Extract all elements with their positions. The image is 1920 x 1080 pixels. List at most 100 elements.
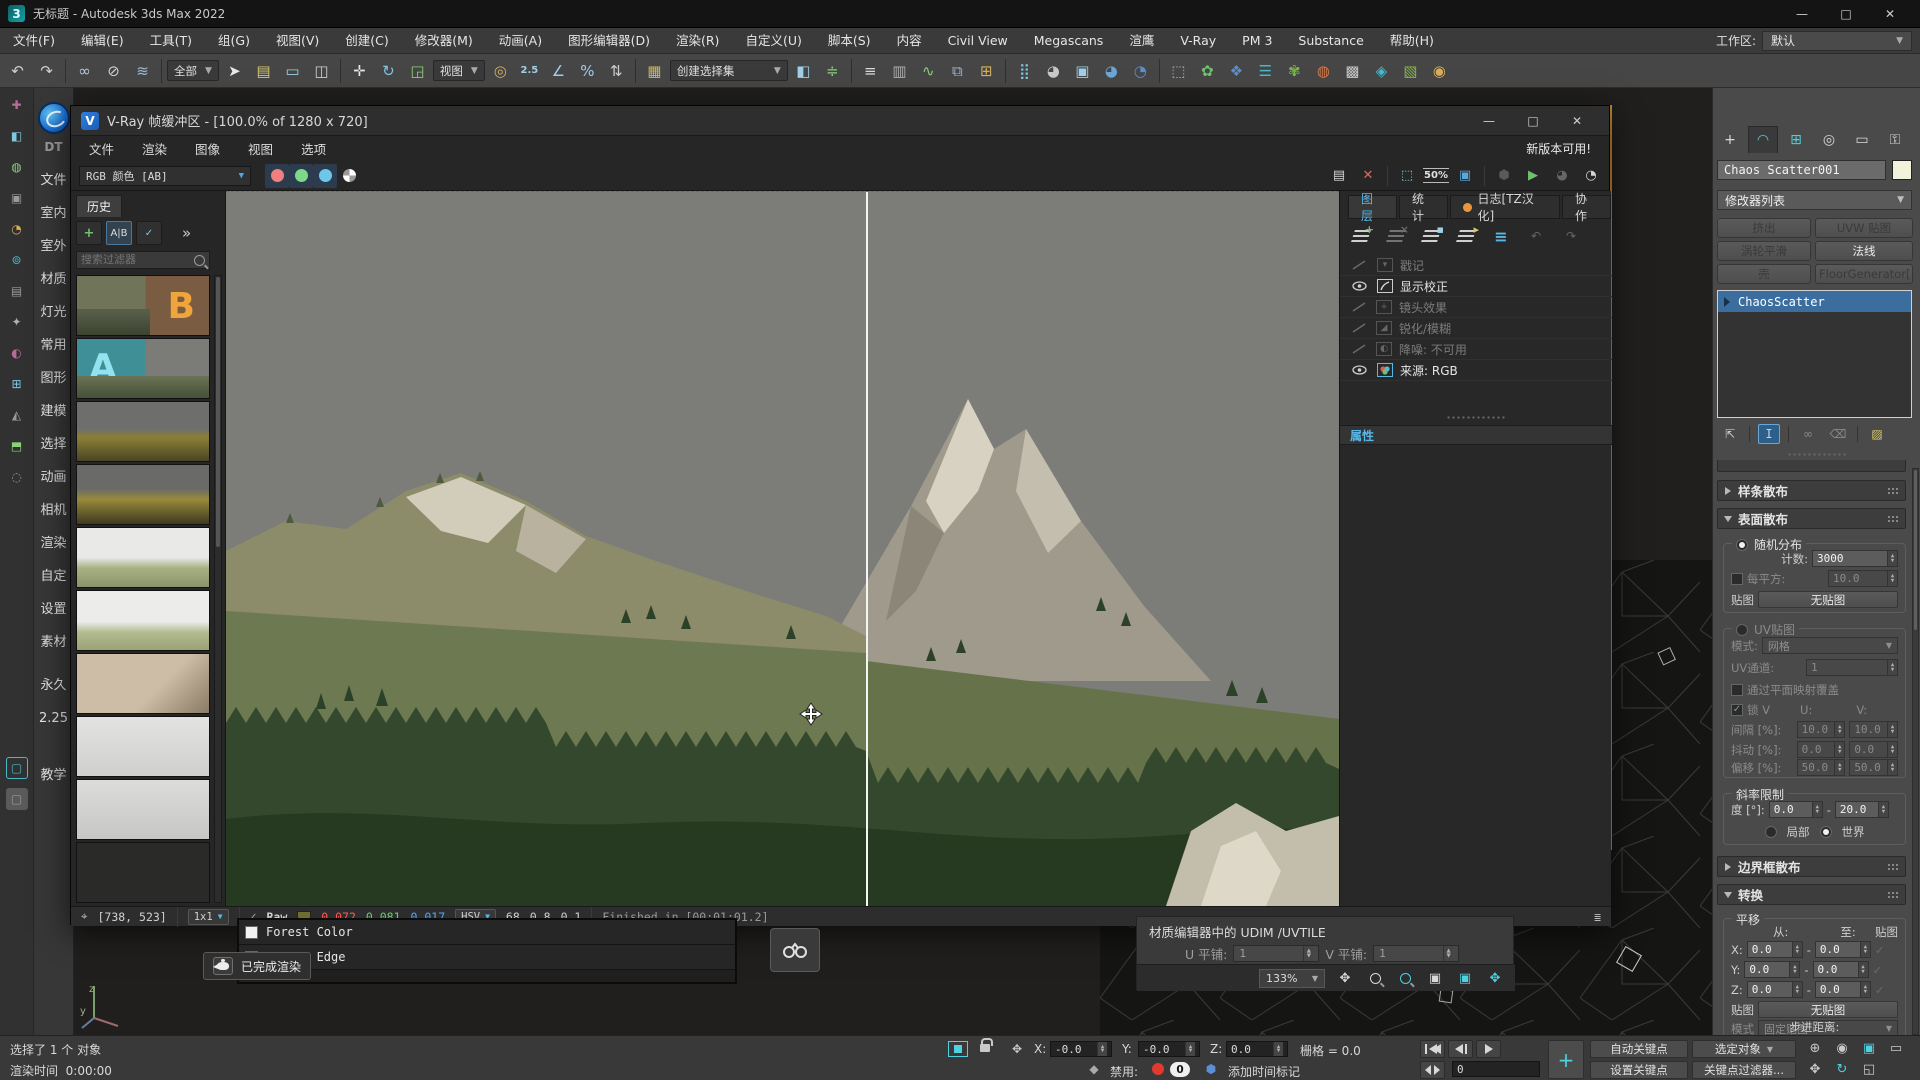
left-tool-icon[interactable]	[6, 187, 28, 209]
object-select-render-icon[interactable]	[1494, 166, 1514, 186]
render-camera-icon[interactable]	[1552, 166, 1572, 186]
layer-row-sharpen-blur[interactable]: 锐化/模糊	[1340, 318, 1612, 339]
save-layers-icon[interactable]: ▪	[1418, 225, 1444, 247]
shield-icon[interactable]	[1085, 1061, 1103, 1077]
layer-row-source-rgb[interactable]: 来源: RGB	[1340, 360, 1612, 381]
sidebar-item-modeling[interactable]: 建模	[40, 395, 66, 428]
checkbox-icon[interactable]	[245, 926, 258, 939]
named-selection-sets-dropdown[interactable]: 创建选择集	[670, 60, 788, 81]
modifier-list-dropdown[interactable]: 修改器列表	[1717, 190, 1912, 210]
tab-stats[interactable]: 统计	[1399, 195, 1448, 219]
sidebar-item-version[interactable]: 2.25	[39, 702, 68, 735]
pm3-toolbar-icon[interactable]	[1426, 57, 1453, 84]
eye-icon[interactable]	[1352, 365, 1367, 375]
configure-modifier-sets-icon[interactable]	[1866, 424, 1888, 444]
translate-map-button[interactable]: 无贴图	[1758, 1001, 1898, 1018]
eye-off-icon[interactable]	[1352, 302, 1366, 312]
translate-z-from[interactable]: 0.0	[1747, 981, 1803, 998]
sidebar-item-settings[interactable]: 设置	[40, 593, 66, 626]
menu-xuanying[interactable]: 渲鹰	[1116, 28, 1167, 54]
left-tool-icon[interactable]	[6, 94, 28, 116]
region-render-icon[interactable]	[1455, 166, 1475, 186]
translate-z-to[interactable]: 0.0	[1815, 981, 1871, 998]
sidebar-item-animation[interactable]: 动画	[40, 461, 66, 494]
transform-typein-icon[interactable]	[1008, 1041, 1026, 1057]
tab-collaboration[interactable]: 协作	[1562, 195, 1611, 219]
pan-view-icon[interactable]	[1802, 1060, 1828, 1079]
menu-group[interactable]: 组(G)	[205, 28, 263, 54]
translate-y-from[interactable]: 0.0	[1744, 961, 1800, 978]
scale-icon[interactable]	[404, 57, 431, 84]
sidebar-item-interior[interactable]: 室内	[40, 197, 66, 230]
add-time-tag[interactable]: 添加时间标记	[1228, 1063, 1300, 1080]
play-button[interactable]	[1476, 1040, 1501, 1058]
scene-explorer-icon[interactable]	[973, 57, 1000, 84]
bind-spacewarp-icon[interactable]	[129, 57, 156, 84]
history-thumbnail[interactable]	[76, 464, 210, 525]
sidebar-item-common[interactable]: 常用	[40, 329, 66, 362]
tab-hierarchy[interactable]	[1781, 126, 1811, 153]
substance-toolbar-icon[interactable]	[1339, 57, 1366, 84]
time-tag-cube-icon[interactable]	[1202, 1061, 1220, 1077]
maximize-viewport-icon[interactable]	[1856, 1060, 1882, 1079]
history-tab[interactable]: 历史	[76, 195, 122, 217]
menu-help[interactable]: 帮助(H)	[1377, 28, 1447, 54]
lock-v-checkbox[interactable]	[1731, 704, 1743, 716]
left-tool-icon[interactable]	[6, 404, 28, 426]
history-thumbnail-b[interactable]: B	[76, 275, 210, 336]
x-coord-field[interactable]: -0.0	[1050, 1041, 1112, 1057]
render-complete-notification[interactable]: 已完成渲染	[203, 952, 311, 980]
per-square-field[interactable]: 10.0	[1828, 570, 1898, 587]
selection-lock-icon[interactable]	[980, 1039, 990, 1052]
menu-tools[interactable]: 工具(T)	[137, 28, 205, 54]
vfb-minimize-icon[interactable]	[1467, 109, 1511, 133]
sidebar-item-exterior[interactable]: 室外	[40, 230, 66, 263]
list-item-forest-edge[interactable]: Forest Edge	[239, 945, 735, 970]
material-editor-icon[interactable]	[1011, 57, 1038, 84]
menu-modifiers[interactable]: 修改器(M)	[402, 28, 486, 54]
zoom-level-dropdown[interactable]: 133%	[1259, 969, 1325, 988]
menu-customize[interactable]: 自定义(U)	[732, 28, 814, 54]
sidebar-item-files[interactable]: 文件	[40, 164, 66, 197]
ab-split-divider[interactable]	[866, 191, 868, 906]
left-tool-icon[interactable]	[6, 218, 28, 240]
alpha-channel-toggle[interactable]	[337, 164, 361, 188]
tab-layers[interactable]: 图层	[1348, 195, 1397, 219]
object-color-swatch[interactable]	[1892, 160, 1912, 180]
set-key-button[interactable]: 设置关键点	[1590, 1061, 1688, 1079]
mirror-icon[interactable]	[790, 57, 817, 84]
tab-motion[interactable]	[1814, 126, 1844, 153]
menu-pm3[interactable]: PM 3	[1229, 28, 1285, 54]
modifier-button-normal[interactable]: 法线	[1815, 241, 1913, 261]
layer-manager-icon[interactable]	[857, 57, 884, 84]
stamp-menu-icon[interactable]	[1594, 910, 1601, 924]
sidebar-item-select[interactable]: 选择	[40, 428, 66, 461]
rollout-clipped[interactable]	[1717, 460, 1906, 472]
pin-stack-icon[interactable]	[1719, 424, 1741, 444]
slope-to-field[interactable]: 20.0	[1835, 801, 1889, 818]
layer-row-lens-effects[interactable]: 镜头效果	[1340, 297, 1612, 318]
red-channel-toggle[interactable]	[265, 164, 289, 188]
menu-graph-editors[interactable]: 图形编辑器(D)	[555, 28, 663, 54]
pixel-probe-icon[interactable]	[81, 909, 87, 924]
move-icon[interactable]	[346, 57, 373, 84]
z-coord-field[interactable]: 0.0	[1226, 1041, 1288, 1057]
uv-map-radio[interactable]: UV贴图	[1732, 621, 1799, 638]
rollout-spline-scatter[interactable]: 样条散布	[1717, 480, 1906, 501]
history-thumbnail[interactable]	[76, 527, 210, 588]
planar-override-checkbox[interactable]	[1731, 684, 1743, 696]
blue-channel-toggle[interactable]	[313, 164, 337, 188]
tab-log[interactable]: 日志[TZ汉化]	[1450, 195, 1560, 219]
rotate-icon[interactable]	[375, 57, 402, 84]
zoom-icon[interactable]	[1802, 1039, 1828, 1058]
command-panel-scrollbar[interactable]	[1912, 468, 1919, 1035]
workspace-dropdown[interactable]: 默认	[1762, 31, 1912, 51]
sidebar-item-shapes[interactable]: 图形	[40, 362, 66, 395]
layers-redo-icon[interactable]	[1558, 225, 1584, 247]
left-tool-icon[interactable]	[6, 125, 28, 147]
open-in-explorer-icon[interactable]	[1165, 57, 1192, 84]
test-resolution-button[interactable]: 50%	[1426, 166, 1446, 186]
binoculars-button[interactable]	[770, 928, 820, 972]
remove-modifier-icon[interactable]	[1827, 424, 1849, 444]
left-tool-icon[interactable]	[6, 373, 28, 395]
